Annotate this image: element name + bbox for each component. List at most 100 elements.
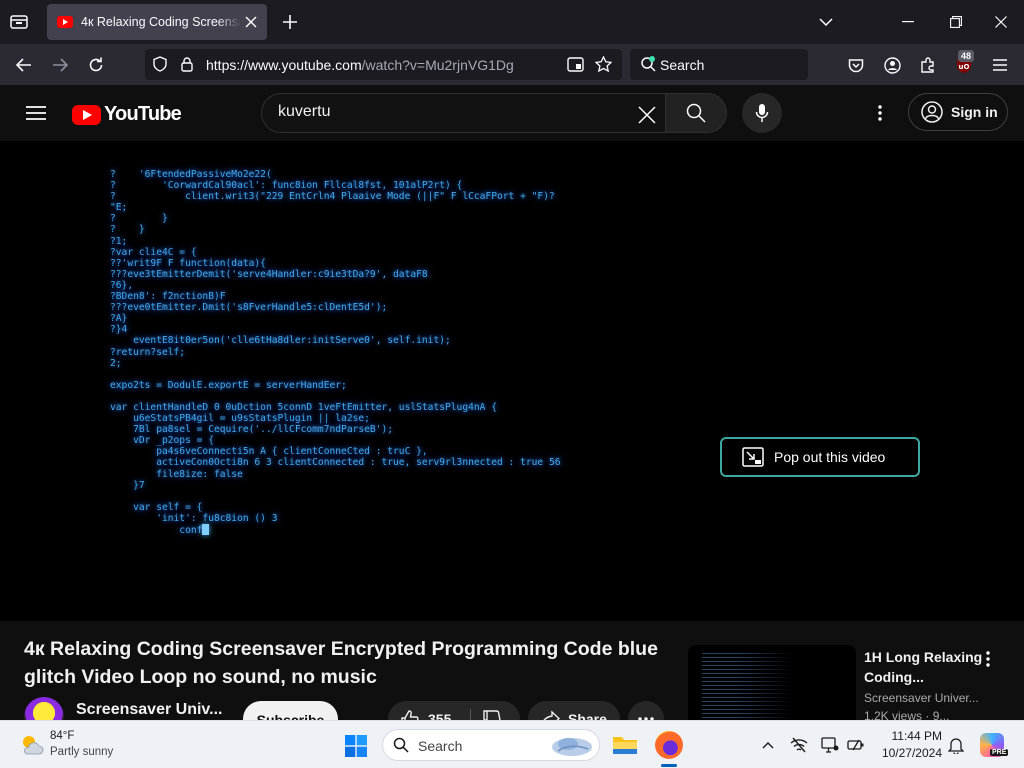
recommended-video-meta: 1.2K views · 9... <box>864 709 950 720</box>
more-actions-button[interactable] <box>628 701 664 720</box>
code-line: ? } <box>110 213 168 225</box>
recommended-channel-name[interactable]: Screensaver Univer... <box>864 691 979 705</box>
voice-search-button[interactable] <box>742 93 782 133</box>
extensions-puzzle-icon[interactable] <box>916 53 940 77</box>
share-arrow-icon <box>540 709 560 720</box>
recommended-video-title[interactable]: 1H Long Relaxing Coding... <box>864 647 988 687</box>
youtube-logo[interactable]: YouTube <box>72 103 182 126</box>
channel-name[interactable]: Screensaver Univ... <box>76 701 222 719</box>
subscribe-button[interactable]: Subscribe <box>243 701 338 720</box>
battery-status-icon[interactable] <box>846 735 866 755</box>
pop-out-video-button[interactable]: Pop out this video <box>720 437 920 477</box>
account-icon[interactable] <box>880 53 904 77</box>
youtube-search-button[interactable] <box>665 93 727 133</box>
watch-metadata: 4к Relaxing Coding Screensaver Encrypted… <box>0 621 1024 720</box>
window-minimize-icon[interactable] <box>896 12 920 32</box>
window-restore-icon[interactable] <box>944 12 968 32</box>
guide-menu-icon[interactable] <box>24 101 48 125</box>
copilot-preview-badge: PRE <box>990 749 1009 756</box>
tab-overview-icon[interactable] <box>8 11 30 33</box>
video-player[interactable]: ? '6FtendedPassiveMo2e22(? 'CorwardCal90… <box>0 141 1024 621</box>
code-line: ???eve0tEmitter.Dmit('s8FverHandle5:clDe… <box>110 302 388 314</box>
code-line: 'init': fu8c8ion () 3 <box>110 512 278 524</box>
pocket-icon[interactable] <box>844 53 868 77</box>
list-all-tabs-chevron-icon[interactable] <box>817 14 835 30</box>
taskbar-search-box[interactable]: Search <box>382 729 600 761</box>
tracking-protection-shield-icon[interactable] <box>151 55 169 73</box>
code-line: ?1; <box>110 235 128 247</box>
code-line: ?return?self; <box>110 346 186 358</box>
weather-temperature[interactable]: 84°F <box>50 730 74 742</box>
window-close-icon[interactable] <box>989 12 1013 32</box>
extension-badge-count: 48 <box>958 50 975 62</box>
browser-tab-strip: 4к Relaxing Coding Screensaver Encrypted… <box>0 0 1024 44</box>
clock-date[interactable]: 10/27/2024 <box>868 746 942 760</box>
recommended-video-thumbnail[interactable] <box>688 645 856 720</box>
pop-out-label: Pop out this video <box>774 449 886 465</box>
code-line: ?}4 <box>110 324 128 336</box>
youtube-play-logo-icon <box>72 104 101 125</box>
picture-in-picture-icon[interactable] <box>565 55 585 73</box>
microphone-icon <box>755 103 769 123</box>
youtube-search-bar[interactable] <box>261 93 666 133</box>
code-line: pa4s6veConnecti5n A { clientConneCted : … <box>110 446 428 458</box>
clear-search-icon[interactable] <box>636 104 658 126</box>
search-icon <box>686 103 706 123</box>
youtube-wordmark: YouTube <box>104 103 182 125</box>
youtube-search-input[interactable] <box>278 103 618 121</box>
svg-text:uO: uO <box>959 63 970 71</box>
code-line: ? 'CorwardCal90acl': func8ion Fllcal8fst… <box>110 180 463 192</box>
show-hidden-icons-chevron-icon[interactable] <box>758 735 778 755</box>
code-line: var self = { <box>110 501 203 513</box>
channel-avatar[interactable] <box>24 697 64 720</box>
code-line: ?var clie4C = { <box>110 246 197 258</box>
thumbs-down-icon[interactable] <box>482 709 502 720</box>
padlock-icon[interactable] <box>178 55 196 73</box>
browser-nav-bar: https://www.youtube.com/watch?v=Mu2rjnVG… <box>0 44 1024 85</box>
taskbar-search-label: Search <box>418 738 463 754</box>
code-line: activeCon0Octi8n 6 3 clientConnected : t… <box>110 457 561 469</box>
display-device-icon[interactable] <box>820 735 840 755</box>
clock-time[interactable]: 11:44 PM <box>878 729 942 743</box>
video-title: 4к Relaxing Coding Screensaver Encrypted… <box>24 638 658 688</box>
sign-in-button[interactable]: Sign in <box>908 93 1008 131</box>
tab-close-icon[interactable] <box>243 14 259 30</box>
address-bar[interactable]: https://www.youtube.com/watch?v=Mu2rjnVG… <box>145 49 622 80</box>
windows-taskbar: 84°F Partly sunny Search 11:44 PM 10/27/… <box>0 720 1024 768</box>
forward-arrow-icon[interactable] <box>48 53 72 77</box>
windows-start-icon[interactable] <box>344 734 368 758</box>
partly-sunny-weather-icon[interactable] <box>20 733 44 757</box>
browser-tab-active[interactable]: 4к Relaxing Coding Screensaver Encrypted… <box>47 4 267 40</box>
back-arrow-icon[interactable] <box>12 53 36 77</box>
weather-description[interactable]: Partly sunny <box>50 746 113 758</box>
code-line: ?6}, <box>110 279 134 291</box>
file-explorer-icon[interactable] <box>612 733 638 757</box>
code-line: var clientHandleD 0 0uDction 5connD 1veF… <box>110 401 497 413</box>
code-line: ?BDen8': f2nctionB)F <box>110 291 226 303</box>
thumbs-up-icon[interactable] <box>400 709 420 720</box>
share-button[interactable]: Share <box>528 701 620 720</box>
settings-more-vert-icon[interactable] <box>868 101 892 125</box>
sign-in-label: Sign in <box>951 104 998 120</box>
new-tab-plus-icon[interactable] <box>280 12 300 32</box>
network-disconnected-icon[interactable] <box>789 735 809 755</box>
recommended-more-vert-icon[interactable] <box>980 649 996 669</box>
bookmark-star-icon[interactable] <box>593 54 613 74</box>
notification-bell-icon[interactable] <box>946 735 966 755</box>
url-text: https://www.youtube.com/watch?v=Mu2rjnVG… <box>206 57 514 73</box>
reload-icon[interactable] <box>84 53 108 77</box>
code-line: ? } <box>110 224 145 236</box>
hamburger-menu-icon[interactable] <box>988 53 1012 77</box>
taskbar-search-icon <box>393 737 409 753</box>
code-line: ? client.writ3("229 EntCrln4 Plaaive Mod… <box>110 191 555 203</box>
like-count[interactable]: 355 <box>428 711 451 720</box>
account-circle-icon <box>921 101 943 123</box>
browser-search-box[interactable]: Search <box>630 49 808 80</box>
firefox-running-indicator <box>661 764 677 767</box>
tab-title: 4к Relaxing Coding Screensaver Encrypted… <box>81 15 241 29</box>
youtube-masthead: YouTube Sign in <box>0 85 1024 141</box>
code-line: ? '6FtendedPassiveMo2e22( <box>110 169 272 180</box>
firefox-taskbar-icon[interactable] <box>655 731 683 759</box>
code-line: }7 <box>110 479 145 491</box>
